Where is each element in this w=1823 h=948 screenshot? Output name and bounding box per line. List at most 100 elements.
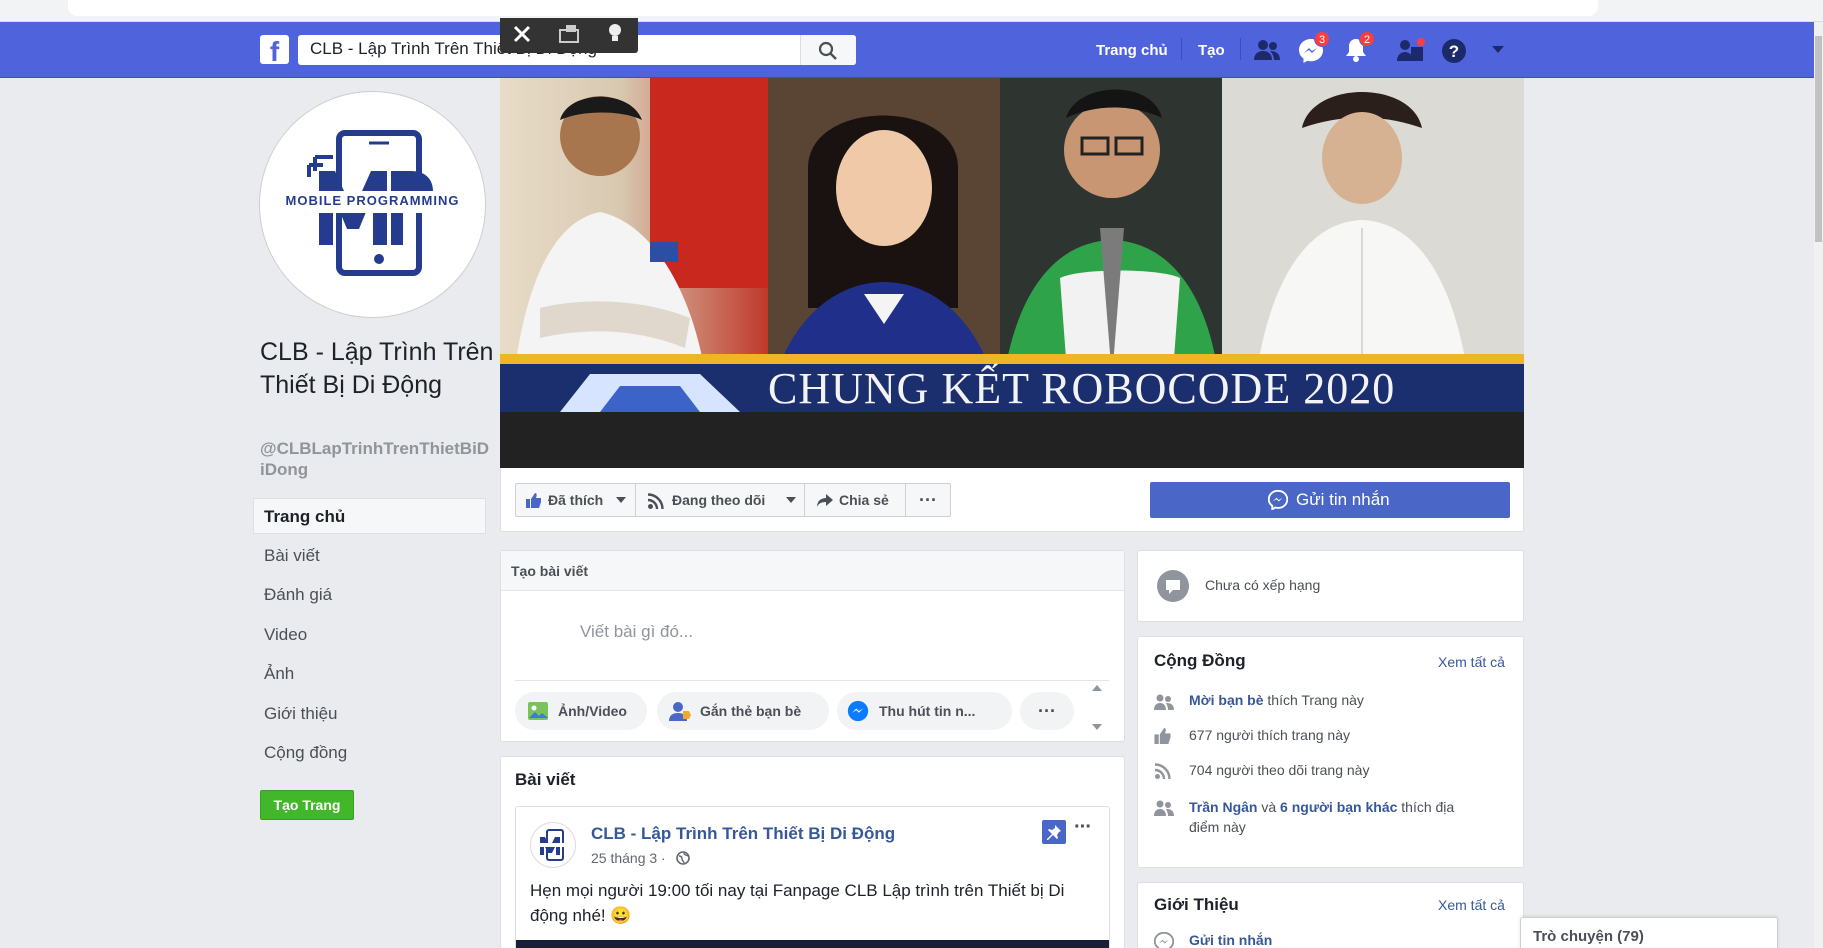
page-username[interactable]: @CLBLapTrinhTrenThietBiDiDong	[260, 438, 490, 480]
invite-friends-icon	[1154, 694, 1174, 710]
scroll-down-icon[interactable]	[1092, 724, 1102, 731]
sidebar-item-reviews[interactable]: Đánh giá	[264, 585, 332, 605]
send-message-button[interactable]: Gửi tin nhắn	[1150, 482, 1510, 518]
page-scrollbar-thumb[interactable]	[1815, 36, 1822, 242]
create-post-title: Tạo bài viết	[511, 563, 589, 579]
post-author-name[interactable]: CLB - Lập Trình Trên Thiết Bị Di Động	[591, 824, 895, 844]
friends-like-row: Trần Ngân và 6 người bạn khác thích địa đ…	[1189, 797, 1499, 837]
sidebar-item-community[interactable]: Cộng đồng	[264, 743, 347, 763]
photo-video-button[interactable]: Ảnh/Video	[515, 692, 647, 730]
post-author-avatar[interactable]	[530, 822, 576, 868]
cover-photo[interactable]: CHUNG KẾT ROBOCODE 2020	[500, 78, 1524, 468]
search-button[interactable]	[800, 35, 856, 65]
lightbulb-icon[interactable]	[606, 22, 624, 44]
get-messages-label: Thu hút tin n...	[879, 703, 976, 719]
about-see-all-link[interactable]: Xem tất cả	[1438, 897, 1505, 913]
post-date[interactable]: 25 tháng 3 ·	[591, 850, 666, 866]
post-composer-input[interactable]: Viết bài gì đó...	[580, 622, 693, 642]
nav-create-link[interactable]: Tạo	[1198, 42, 1225, 59]
tag-friends-button[interactable]: Gắn thẻ bạn bè	[657, 692, 829, 730]
post-author-name-text[interactable]: CLB - Lập Trình Trên Thiết Bị Di Động	[591, 824, 895, 843]
get-messages-button[interactable]: Thu hút tin n...	[837, 692, 1012, 730]
post-text: Hẹn mọi người 19:00 tối nay tại Fanpage …	[530, 881, 1065, 925]
messenger-icon	[847, 700, 869, 722]
rss-follow-icon	[648, 493, 664, 509]
review-bubble-icon	[1156, 569, 1190, 603]
community-see-all-link[interactable]: Xem tất cả	[1438, 654, 1505, 670]
facebook-logo-icon[interactable]: f	[260, 35, 289, 64]
liked-button[interactable]: Đã thích	[515, 483, 636, 517]
messenger-icon	[1268, 490, 1288, 510]
messenger-icon	[1154, 932, 1174, 948]
cover-stripe	[500, 354, 1524, 364]
more-options-button[interactable]: ···	[906, 483, 951, 517]
pin-icon	[1046, 824, 1062, 840]
help-icon[interactable]: ?	[1441, 38, 1467, 64]
sidebar-item-home[interactable]: Trang chủ	[264, 507, 345, 527]
invite-friends-text: thích Trang này	[1267, 692, 1364, 708]
messenger-badge: 3	[1314, 31, 1330, 47]
posts-heading: Bài viết	[515, 770, 576, 789]
chat-sidebar-tab[interactable]: Trò chuyện (79)	[1520, 917, 1778, 948]
page-likes-count: 677 người thích trang này	[1189, 727, 1350, 743]
nav-separator	[1181, 38, 1182, 60]
tag-friends-label: Gắn thẻ bạn bè	[700, 703, 802, 719]
sidebar-item-about[interactable]: Giới thiệu	[264, 704, 338, 724]
account-menu-chevron-icon[interactable]	[1491, 45, 1505, 55]
rss-follow-icon	[1155, 763, 1171, 779]
post-options-button[interactable]: ···	[1074, 816, 1092, 839]
thumbs-up-icon	[1154, 728, 1172, 744]
nav-separator	[1240, 38, 1241, 60]
scroll-up-icon[interactable]	[1092, 684, 1102, 691]
following-label: Đang theo dõi	[672, 492, 766, 508]
liked-label: Đã thích	[548, 492, 604, 508]
page-profile-picture[interactable]: MOBILE PROGRAMMING	[260, 92, 485, 317]
nav-home-link[interactable]: Trang chủ	[1096, 42, 1168, 59]
photo-icon	[527, 701, 549, 721]
composer-divider	[515, 680, 1109, 681]
friends-like-icon	[1154, 800, 1174, 816]
page-followers-count: 704 người theo dõi trang này	[1189, 762, 1370, 778]
pages-people-icon[interactable]	[1397, 37, 1425, 63]
other-friends-link[interactable]: 6 người bạn khác	[1280, 799, 1397, 815]
create-page-button[interactable]: Tạo Trang	[260, 790, 354, 820]
create-post-header	[501, 551, 1124, 591]
page-title[interactable]: CLB - Lập Trình Trên Thiết Bị Di Động	[260, 336, 495, 402]
community-title[interactable]: Cộng Đồng	[1154, 651, 1246, 671]
share-button[interactable]: Chia sẻ	[805, 483, 906, 517]
chat-label: Trò chuyện (79)	[1533, 928, 1644, 945]
svg-text:?: ?	[1449, 42, 1459, 61]
globe-icon	[676, 851, 690, 865]
rating-text: Chưa có xếp hạng	[1205, 577, 1321, 593]
friend-name-link[interactable]: Trần Ngân	[1189, 799, 1257, 815]
tag-person-icon	[669, 701, 691, 721]
post-image[interactable]	[516, 940, 1109, 948]
logo-text: MOBILE PROGRAMMING	[285, 193, 460, 208]
about-title[interactable]: Giới Thiệu	[1154, 895, 1239, 915]
friend-like-text-1: thích địa	[1401, 799, 1455, 815]
following-button[interactable]: Đang theo dõi	[636, 483, 805, 517]
invite-friends-link[interactable]: Mời bạn bè	[1189, 692, 1264, 708]
share-label: Chia sẻ	[839, 492, 889, 508]
cover-banner-text: CHUNG KẾT ROBOCODE 2020	[768, 364, 1396, 413]
thumbs-up-icon	[526, 493, 542, 508]
invite-friends-row: Mời bạn bè thích Trang này	[1189, 692, 1364, 708]
browser-address-bar[interactable]	[68, 0, 1598, 16]
sidebar-item-videos[interactable]: Video	[264, 625, 307, 645]
friend-like-text-2: điểm này	[1189, 819, 1246, 835]
sidebar-item-photos[interactable]: Ảnh	[264, 664, 294, 684]
chevron-down-icon	[616, 497, 626, 504]
photo-video-label: Ảnh/Video	[558, 703, 627, 719]
composer-more-button[interactable]: ···	[1020, 692, 1074, 730]
chevron-down-icon	[786, 497, 796, 504]
close-icon[interactable]	[512, 24, 532, 44]
sidebar-item-posts[interactable]: Bài viết	[264, 546, 320, 566]
search-icon	[818, 41, 838, 61]
friend-and-text: và	[1261, 799, 1277, 815]
screen-capture-toolbar	[500, 18, 638, 53]
friend-requests-icon[interactable]	[1254, 38, 1280, 62]
send-message-label: Gửi tin nhắn	[1296, 490, 1390, 509]
rating-card	[1137, 550, 1524, 622]
window-icon[interactable]	[558, 24, 582, 44]
about-send-message-link[interactable]: Gửi tin nhắn	[1189, 932, 1272, 948]
